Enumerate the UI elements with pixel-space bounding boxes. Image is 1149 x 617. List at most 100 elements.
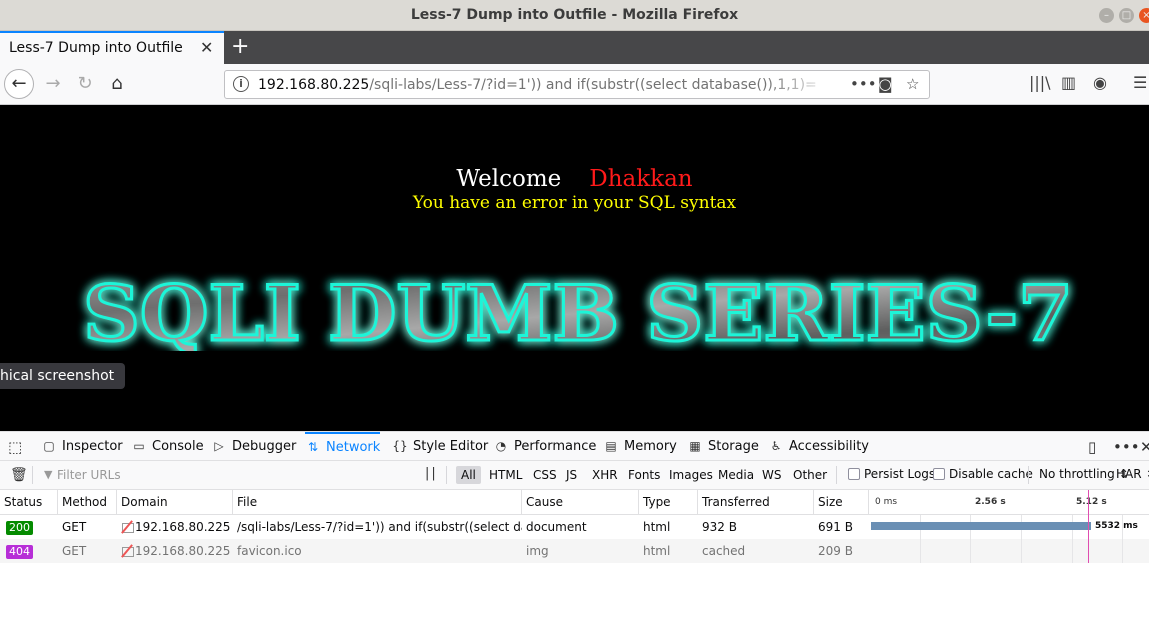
devtools-menu-icon[interactable]: ••• <box>1113 438 1140 456</box>
tab-memory[interactable]: ▤ Memory <box>603 432 677 461</box>
responsive-design-icon[interactable]: ▯ <box>1088 438 1096 456</box>
debugger-icon: ▷ <box>214 439 224 453</box>
har-label: HAR <box>1116 467 1142 481</box>
tab-style-editor[interactable]: {} Style Editor <box>392 432 488 461</box>
cause-cell: img <box>526 544 549 558</box>
sidebar-icon[interactable]: ▥ <box>1061 73 1076 92</box>
tab-strip: Less-7 Dump into Outfile ✕ + <box>0 31 1149 64</box>
home-icon[interactable]: ⌂ <box>102 69 132 99</box>
pause-recording-icon[interactable]: || <box>425 466 438 481</box>
disable-cache-checkbox[interactable] <box>933 468 945 480</box>
tab-network[interactable]: ⇅ Network <box>305 432 381 461</box>
type-cell: html <box>643 544 671 558</box>
filter-type-other[interactable]: Other <box>788 466 832 484</box>
filter-type-xhr[interactable]: XHR <box>587 466 623 484</box>
site-info-icon[interactable]: i <box>233 76 249 92</box>
filter-type-js[interactable]: JS <box>561 466 582 484</box>
element-picker-icon[interactable]: ⬚ <box>8 438 22 456</box>
tab-storage[interactable]: ▦ Storage <box>687 432 759 461</box>
style-editor-icon: {} <box>392 439 408 453</box>
filter-urls-input[interactable]: Filter URLs <box>57 468 121 482</box>
filter-separator <box>836 466 837 484</box>
library-icon[interactable]: |||\ <box>1029 73 1051 92</box>
domain-text: 192.168.80.225 <box>135 520 231 534</box>
persist-logs-checkbox[interactable] <box>848 468 860 480</box>
close-tab-icon[interactable]: ✕ <box>200 38 213 57</box>
page-actions-icon[interactable]: ••• <box>850 75 877 93</box>
tab-debugger-label: Debugger <box>232 439 297 454</box>
welcome-name: Dhakkan <box>589 166 693 192</box>
tab-inspector[interactable]: ▢ Inspector <box>41 432 123 461</box>
waterfall-duration-label: 5532 ms <box>1095 521 1138 531</box>
column-type[interactable]: Type <box>639 490 698 514</box>
accessibility-icon: ♿ <box>770 439 782 453</box>
tab-console[interactable]: ▭ Console <box>131 432 203 461</box>
url-text[interactable]: 192.168.80.225/sqli-labs/Less-7/?id=1'))… <box>258 77 818 93</box>
har-arrows-icon: ⇕ <box>1145 467 1149 481</box>
tab-accessibility-label: Accessibility <box>789 439 869 454</box>
banner-text: SQLI DUMB SERIES-7 <box>83 271 1073 351</box>
filter-separator <box>446 466 447 484</box>
memory-icon: ▤ <box>605 439 617 453</box>
url-host: 192.168.80.225 <box>258 77 370 93</box>
sql-error-message: You have an error in your SQL syntax <box>412 193 737 213</box>
status-cell: 200 <box>2 515 58 539</box>
storage-icon: ▦ <box>689 439 701 453</box>
column-transferred[interactable]: Transferred <box>698 490 814 514</box>
network-table-header: Status Method Domain File Cause Type Tra… <box>0 490 1149 515</box>
performance-icon: ◔ <box>495 439 507 453</box>
column-cause[interactable]: Cause <box>522 490 639 514</box>
filter-type-images[interactable]: Images <box>664 466 718 484</box>
domain-cell: 192.168.80.225 <box>117 539 233 563</box>
account-icon[interactable]: ◉ <box>1093 73 1107 92</box>
window-titlebar: Less-7 Dump into Outfile - Mozilla Firef… <box>0 0 1149 31</box>
transferred-cell: cached <box>702 544 746 558</box>
clear-requests-icon[interactable]: 🗑 <box>10 467 28 483</box>
minimize-icon[interactable]: – <box>1099 8 1114 23</box>
browser-tab[interactable]: Less-7 Dump into Outfile ✕ <box>0 31 224 64</box>
har-menu[interactable]: HAR ⇕ <box>1116 467 1149 481</box>
filter-type-ws[interactable]: WS <box>757 466 786 484</box>
filter-type-fonts[interactable]: Fonts <box>623 466 665 484</box>
network-icon: ⇅ <box>307 440 319 454</box>
column-domain[interactable]: Domain <box>117 490 233 514</box>
maximize-icon[interactable]: □ <box>1119 8 1134 23</box>
tab-debugger[interactable]: ▷ Debugger <box>211 432 296 461</box>
throttling-value: No throttling <box>1039 467 1115 481</box>
timeline-tick-1: 2.56 s <box>975 497 1006 507</box>
welcome-text: Welcome <box>456 166 562 192</box>
column-file[interactable]: File <box>233 490 522 514</box>
tab-accessibility[interactable]: ♿ Accessibility <box>768 432 869 461</box>
back-icon[interactable]: ← <box>4 69 34 99</box>
file-cell: favicon.ico <box>237 544 302 558</box>
tab-memory-label: Memory <box>624 439 677 454</box>
pocket-icon[interactable]: ◙ <box>878 75 893 93</box>
column-status[interactable]: Status <box>0 490 58 514</box>
transferred-cell: 932 B <box>702 520 737 534</box>
method-cell: GET <box>62 544 87 558</box>
load-event-line <box>1088 490 1089 563</box>
column-method[interactable]: Method <box>58 490 117 514</box>
tab-style-editor-label: Style Editor <box>413 439 489 454</box>
filter-type-html[interactable]: HTML <box>484 466 527 484</box>
cause-cell: document <box>526 520 587 534</box>
forward-icon[interactable]: → <box>38 69 68 99</box>
column-size[interactable]: Size <box>814 490 869 514</box>
filter-icon: ▼ <box>44 468 53 481</box>
tab-performance[interactable]: ◔ Performance <box>493 432 597 461</box>
close-window-icon[interactable]: × <box>1139 8 1149 23</box>
new-tab-icon[interactable]: + <box>231 34 249 59</box>
close-devtools-icon[interactable]: ✕ <box>1140 438 1149 456</box>
menu-icon[interactable]: ☰ <box>1133 73 1147 92</box>
filter-type-all[interactable]: All <box>456 466 481 484</box>
reload-icon[interactable]: ↻ <box>70 69 100 99</box>
disable-cache-label: Disable cache <box>949 467 1033 481</box>
size-cell: 209 B <box>818 544 853 558</box>
filter-type-media[interactable]: Media <box>713 466 759 484</box>
tab-inspector-label: Inspector <box>62 439 123 454</box>
persist-logs-label: Persist Logs <box>864 467 936 481</box>
filter-type-css[interactable]: CSS <box>528 466 562 484</box>
url-bar[interactable]: i 192.168.80.225/sqli-labs/Less-7/?id=1'… <box>224 70 930 99</box>
timeline-tick-2: 5.12 s <box>1076 497 1107 507</box>
bookmark-star-icon[interactable]: ☆ <box>906 75 919 93</box>
